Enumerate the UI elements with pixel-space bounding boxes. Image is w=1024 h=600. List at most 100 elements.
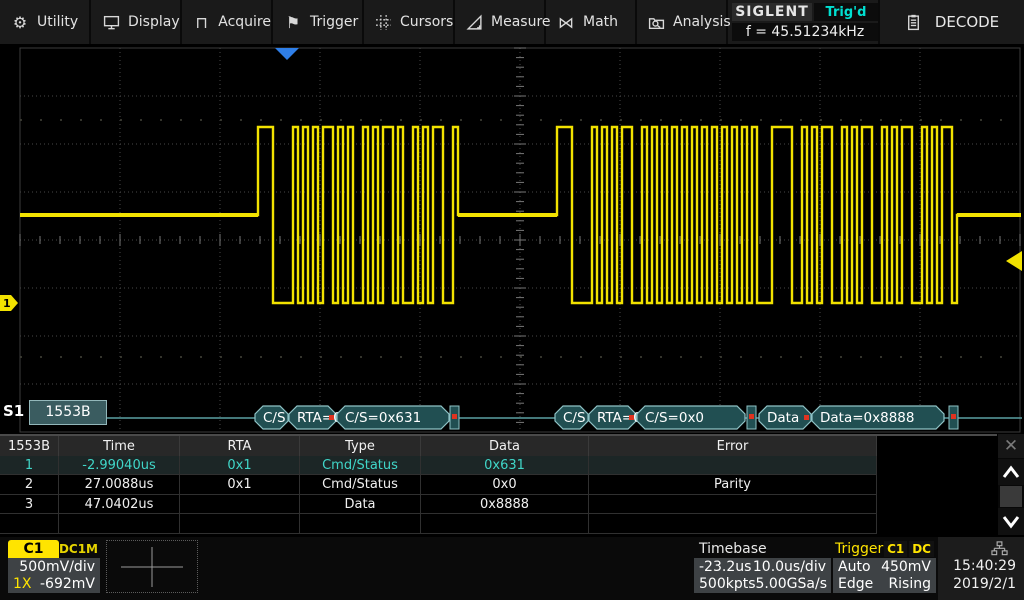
timebase-panel[interactable]: Timebase -23.2us 10.0us/div 500kpts 5.00…	[694, 540, 831, 593]
menu-item-label: DECODE	[935, 13, 999, 31]
decode-bubble: Data	[759, 406, 811, 429]
table-cell[interactable]	[180, 495, 300, 515]
clock-date: 2019/2/1	[953, 575, 1016, 593]
menu-item-cursors[interactable]: Cursors	[364, 0, 455, 44]
chevron-down-icon	[1001, 514, 1021, 530]
menu-item-label: Cursors	[400, 14, 453, 30]
table-cell[interactable]	[589, 495, 877, 515]
trigger-status-badge: Trig'd	[814, 3, 878, 21]
table-cell[interactable]	[589, 514, 877, 534]
timebase-rate: 5.00GSa/s	[756, 576, 828, 592]
chevron-up-icon	[1001, 464, 1021, 480]
menu-item-group: ⚙UtilityDisplay⊓Acquire⚑TriggerCursorsMe…	[0, 0, 728, 44]
table-cell[interactable]: 0x631	[421, 456, 589, 476]
timebase-scale: 10.0us/div	[753, 559, 826, 575]
trigger-mode: Auto	[838, 559, 871, 575]
clock-time: 15:40:29	[953, 557, 1016, 575]
decode-bubble-label: C/S=0x631	[345, 410, 421, 426]
siglent-logo: SIGLENT	[732, 3, 812, 21]
decode-error-marker	[450, 406, 459, 429]
menu-item-utility[interactable]: ⚙Utility	[0, 0, 91, 44]
table-cell[interactable]: 0x8888	[421, 495, 589, 515]
menu-item-math[interactable]: ⋈ Math	[546, 0, 637, 44]
close-button[interactable]: ✕	[998, 434, 1024, 458]
menu-item-display[interactable]: Display	[91, 0, 182, 44]
bus-source-label[interactable]: S1	[3, 402, 24, 420]
menu-item-label: Acquire	[218, 14, 271, 30]
decode-bubble-label: C/S	[263, 410, 286, 426]
trigger-type: Edge	[838, 576, 873, 592]
bus-protocol-label[interactable]: 1553B	[29, 400, 107, 425]
table-cell[interactable]	[0, 514, 59, 534]
trigger-level: 450mV	[881, 559, 931, 575]
status-bar: C1 DC1M 500mV/div 1X -692mV Timebase -23…	[0, 537, 1024, 600]
table-cell[interactable]: 1	[0, 456, 59, 476]
trigger-slope: Rising	[888, 576, 931, 592]
math-icon: ⋈	[557, 13, 575, 31]
decode-bubble-label: C/S	[563, 410, 586, 426]
trigger-flag-icon: ⚑	[284, 13, 302, 31]
table-cell[interactable]: Cmd/Status	[300, 456, 421, 476]
waveform-canvas: 1C/SRTA=0xC/S=0x631C/SRTA=0xC/S=0x0DataD…	[0, 45, 1024, 435]
table-cell[interactable]: 2	[0, 475, 59, 495]
scroll-down-button[interactable]	[998, 508, 1024, 535]
table-cell[interactable]: Parity	[589, 475, 877, 495]
table-cell[interactable]: Data	[300, 495, 421, 515]
menu-item-label: Trigger	[310, 14, 358, 30]
table-cell[interactable]	[180, 514, 300, 534]
clipboard-icon	[905, 13, 923, 31]
table-cell[interactable]: -2.99040us	[59, 456, 180, 476]
display-icon	[102, 13, 120, 31]
table-cell[interactable]: 47.0402us	[59, 495, 180, 515]
trigger-panel[interactable]: Trigger C1 DC Auto 450mV Edge Rising	[833, 540, 936, 593]
table-cell[interactable]	[300, 514, 421, 534]
menu-item-label: Math	[583, 14, 618, 30]
menu-item-analysis[interactable]: Analysis	[637, 0, 728, 44]
close-icon: ✕	[1004, 436, 1018, 456]
table-cell[interactable]	[589, 456, 877, 476]
decode-bubbles: C/SRTA=0xC/S=0x631C/SRTA=0xC/S=0x0DataDa…	[255, 406, 958, 429]
acquire-icon: ⊓	[193, 13, 210, 31]
table-cell[interactable]: 3	[0, 495, 59, 515]
decode-error-marker	[949, 406, 958, 429]
gear-icon: ⚙	[11, 13, 29, 31]
channel1-probe: 1X	[13, 576, 32, 592]
empty-channel-slot[interactable]	[106, 540, 198, 593]
table-cell[interactable]: 0x0	[421, 475, 589, 495]
decode-bubble: C/S=0x0	[637, 406, 745, 429]
crosshair-icon	[121, 547, 183, 587]
network-icon	[990, 539, 1008, 557]
decode-bubble: C/S	[255, 406, 288, 429]
table-cell[interactable]: 0x1	[180, 475, 300, 495]
timebase-title: Timebase	[699, 541, 767, 557]
table-cell[interactable]: 0x1	[180, 456, 300, 476]
clock-panel[interactable]: 15:40:29 2019/2/1	[938, 537, 1024, 600]
table-controls: ✕	[998, 434, 1024, 535]
cursors-icon	[375, 13, 392, 31]
analysis-icon	[648, 13, 665, 31]
channel1-tab[interactable]: C1	[8, 540, 59, 558]
menu-bar: ⚙UtilityDisplay⊓Acquire⚑TriggerCursorsMe…	[0, 0, 1024, 44]
trigger-position-marker[interactable]	[275, 48, 299, 60]
decode-bubble: Data=0x8888	[812, 406, 944, 429]
decode-bubble-label: Data	[767, 410, 799, 426]
menu-item-label: Display	[128, 14, 180, 30]
menu-item-label: Analysis	[673, 14, 731, 30]
timebase-delay: -23.2us	[699, 559, 751, 575]
trigger-level-marker[interactable]	[1006, 251, 1022, 271]
channel1-panel[interactable]: C1 DC1M 500mV/div 1X -692mV	[8, 540, 100, 593]
table-cell[interactable]	[59, 514, 180, 534]
menu-item-decode[interactable]: DECODE	[878, 0, 1024, 44]
menu-item-measure[interactable]: Measure	[455, 0, 546, 44]
table-cell[interactable]: Cmd/Status	[300, 475, 421, 495]
table-cell[interactable]	[421, 514, 589, 534]
trigger-title: Trigger	[835, 541, 883, 557]
channel1-offset: -692mV	[40, 576, 95, 592]
table-cell[interactable]: 27.0088us	[59, 475, 180, 495]
menu-item-acquire[interactable]: ⊓ Acquire	[182, 0, 273, 44]
scrollbar-thumb[interactable]	[1000, 486, 1022, 507]
menu-item-label: Measure	[491, 14, 551, 30]
scroll-up-button[interactable]	[998, 459, 1024, 486]
menu-item-trigger[interactable]: ⚑ Trigger	[273, 0, 364, 44]
trigger-source: C1	[884, 541, 907, 557]
